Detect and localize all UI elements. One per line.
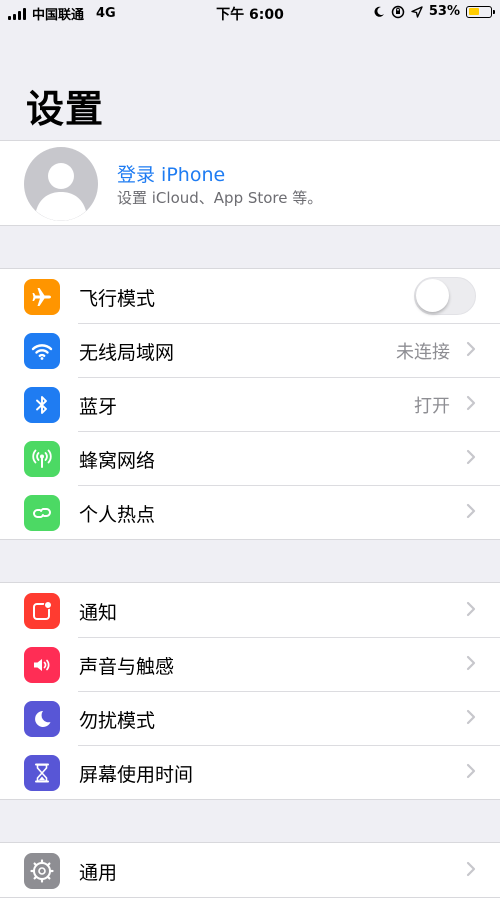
row-label: 屏幕使用时间: [79, 764, 194, 786]
row-label: 蓝牙: [79, 396, 118, 418]
chevron-right-icon: [466, 861, 476, 877]
hourglass-icon: [24, 755, 60, 791]
row-notifications[interactable]: 通知: [0, 583, 500, 637]
battery-percent: 53%: [428, 4, 460, 19]
cellular-icon: [24, 441, 60, 477]
avatar: [24, 147, 98, 221]
row-label: 飞行模式: [79, 288, 156, 310]
moon-status-icon: [374, 6, 384, 17]
chevron-right-icon: [466, 763, 476, 779]
row-cellular[interactable]: 蜂窝网络: [0, 431, 500, 485]
row-label: 个人热点: [79, 504, 156, 526]
wifi-icon: [24, 333, 60, 369]
sound-icon: [24, 647, 60, 683]
bluetooth-icon: [24, 387, 60, 423]
chevron-right-icon: [466, 503, 476, 519]
row-label: 无线局域网: [79, 342, 175, 364]
row-sounds-haptics[interactable]: 声音与触感: [0, 637, 500, 691]
row-label: 通用: [79, 862, 118, 884]
airplane-icon: [24, 279, 60, 315]
row-general[interactable]: 通用: [0, 843, 500, 897]
wifi-status-value: 未连接: [396, 342, 450, 363]
row-label: 声音与触感: [79, 656, 175, 678]
settings-group-connectivity: 飞行模式 无线局域网 未连接 蓝牙 打开 蜂窝网络 个人热点: [0, 268, 500, 540]
row-label: 通知: [79, 602, 118, 624]
airplane-mode-toggle[interactable]: [414, 277, 476, 315]
gear-icon: [24, 853, 60, 889]
sign-in-subtitle: 设置 iCloud、App Store 等。: [117, 189, 323, 207]
row-do-not-disturb[interactable]: 勿扰模式: [0, 691, 500, 745]
person-icon: [36, 163, 86, 221]
settings-group-notifications: 通知 声音与触感 勿扰模式 屏幕使用时间: [0, 582, 500, 800]
apple-id-sign-in-row[interactable]: 登录 iPhone 设置 iCloud、App Store 等。: [0, 140, 500, 226]
row-wifi[interactable]: 无线局域网 未连接: [0, 323, 500, 377]
row-label: 蜂窝网络: [79, 450, 156, 472]
settings-group-general: 通用: [0, 842, 500, 898]
chevron-right-icon: [466, 709, 476, 725]
hotspot-icon: [24, 495, 60, 531]
chevron-right-icon: [466, 341, 476, 357]
sign-in-title: 登录 iPhone: [117, 164, 226, 186]
status-bar: 中国联通 4G 下午 6:00 53%: [0, 0, 500, 26]
moon-icon: [24, 701, 60, 737]
row-airplane-mode[interactable]: 飞行模式: [0, 269, 500, 323]
chevron-right-icon: [466, 449, 476, 465]
battery-fill: [468, 8, 480, 15]
chevron-right-icon: [466, 655, 476, 671]
page-title: 设置: [26, 87, 105, 131]
orientation-lock-icon: [391, 5, 405, 18]
row-label: 勿扰模式: [79, 710, 156, 732]
row-screen-time[interactable]: 屏幕使用时间: [0, 745, 500, 799]
row-bluetooth[interactable]: 蓝牙 打开: [0, 377, 500, 431]
chevron-right-icon: [466, 395, 476, 411]
status-bar-right: 53%: [373, 4, 495, 19]
chevron-right-icon: [466, 601, 476, 617]
notifications-icon: [24, 593, 60, 629]
battery-icon: [466, 5, 495, 18]
row-personal-hotspot[interactable]: 个人热点: [0, 485, 500, 539]
toggle-knob: [416, 279, 449, 312]
location-icon: [411, 5, 423, 18]
bluetooth-status-value: 打开: [414, 396, 450, 417]
